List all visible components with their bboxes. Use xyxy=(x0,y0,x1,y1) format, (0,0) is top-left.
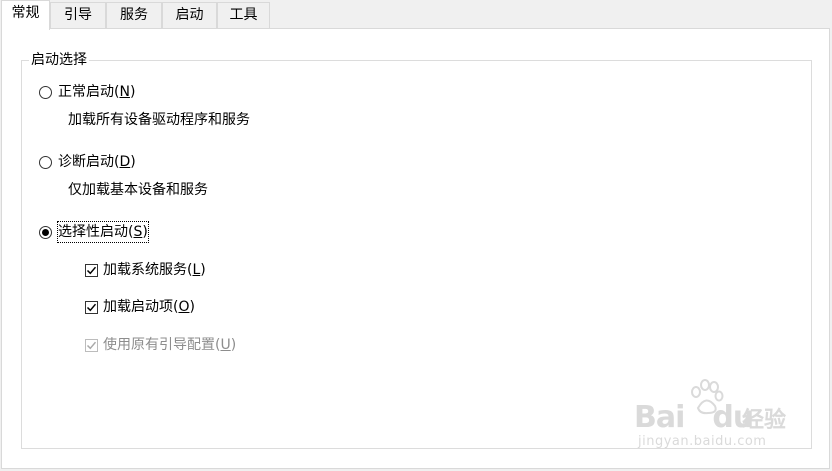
checkbox-load-startup-items[interactable]: 加载启动项(O) xyxy=(85,296,195,318)
radio-selective-label: 选择性启动(S) xyxy=(57,221,149,243)
radio-diagnostic-label: 诊断启动(D) xyxy=(58,154,136,170)
radio-normal-indicator[interactable] xyxy=(39,85,52,99)
radio-diagnostic-startup[interactable]: 诊断启动(D) xyxy=(39,151,136,173)
checkbox-load-system-services-label: 加载系统服务(L) xyxy=(103,262,206,278)
tab-services[interactable]: 服务 xyxy=(106,2,162,28)
tab-boot[interactable]: 引导 xyxy=(50,2,106,28)
general-tab-panel: 启动选择 正常启动(N) 加载所有设备驱动程序和服务 诊断启动(D) 仅加载基本… xyxy=(1,28,830,469)
checkbox-use-original-boot-config-label: 使用原有引导配置(U) xyxy=(103,337,237,353)
checkmark-icon xyxy=(86,303,97,311)
checkbox-use-original-boot-config: 使用原有引导配置(U) xyxy=(85,334,236,356)
checkmark-icon xyxy=(86,266,97,274)
checkbox-load-startup-items-box[interactable] xyxy=(85,300,98,314)
group-title: 启动选择 xyxy=(29,51,89,69)
radio-normal-startup[interactable]: 正常启动(N) xyxy=(39,81,135,103)
radio-diagnostic-indicator[interactable] xyxy=(39,155,52,169)
checkbox-load-system-services-box[interactable] xyxy=(85,263,98,277)
checkbox-use-original-boot-config-box xyxy=(85,338,98,352)
checkbox-load-system-services[interactable]: 加载系统服务(L) xyxy=(85,259,206,281)
radio-selective-startup[interactable]: 选择性启动(S) xyxy=(39,221,149,243)
normal-startup-description: 加载所有设备驱动程序和服务 xyxy=(68,112,250,128)
checkbox-load-startup-items-label: 加载启动项(O) xyxy=(103,299,195,315)
tab-startup[interactable]: 启动 xyxy=(162,2,217,28)
radio-normal-label: 正常启动(N) xyxy=(58,84,136,100)
system-configuration-window: 常规 引导 服务 启动 工具 启动选择 正常启动(N) 加载所有设备驱动程序和服… xyxy=(0,0,832,471)
diagnostic-startup-description: 仅加载基本设备和服务 xyxy=(68,182,208,198)
checkmark-icon xyxy=(86,341,97,349)
tab-tools[interactable]: 工具 xyxy=(217,2,270,28)
radio-selective-indicator[interactable] xyxy=(39,225,52,239)
tab-strip: 常规 引导 服务 启动 工具 xyxy=(0,0,832,30)
radio-selected-dot xyxy=(42,228,49,236)
tab-general[interactable]: 常规 xyxy=(1,0,50,30)
